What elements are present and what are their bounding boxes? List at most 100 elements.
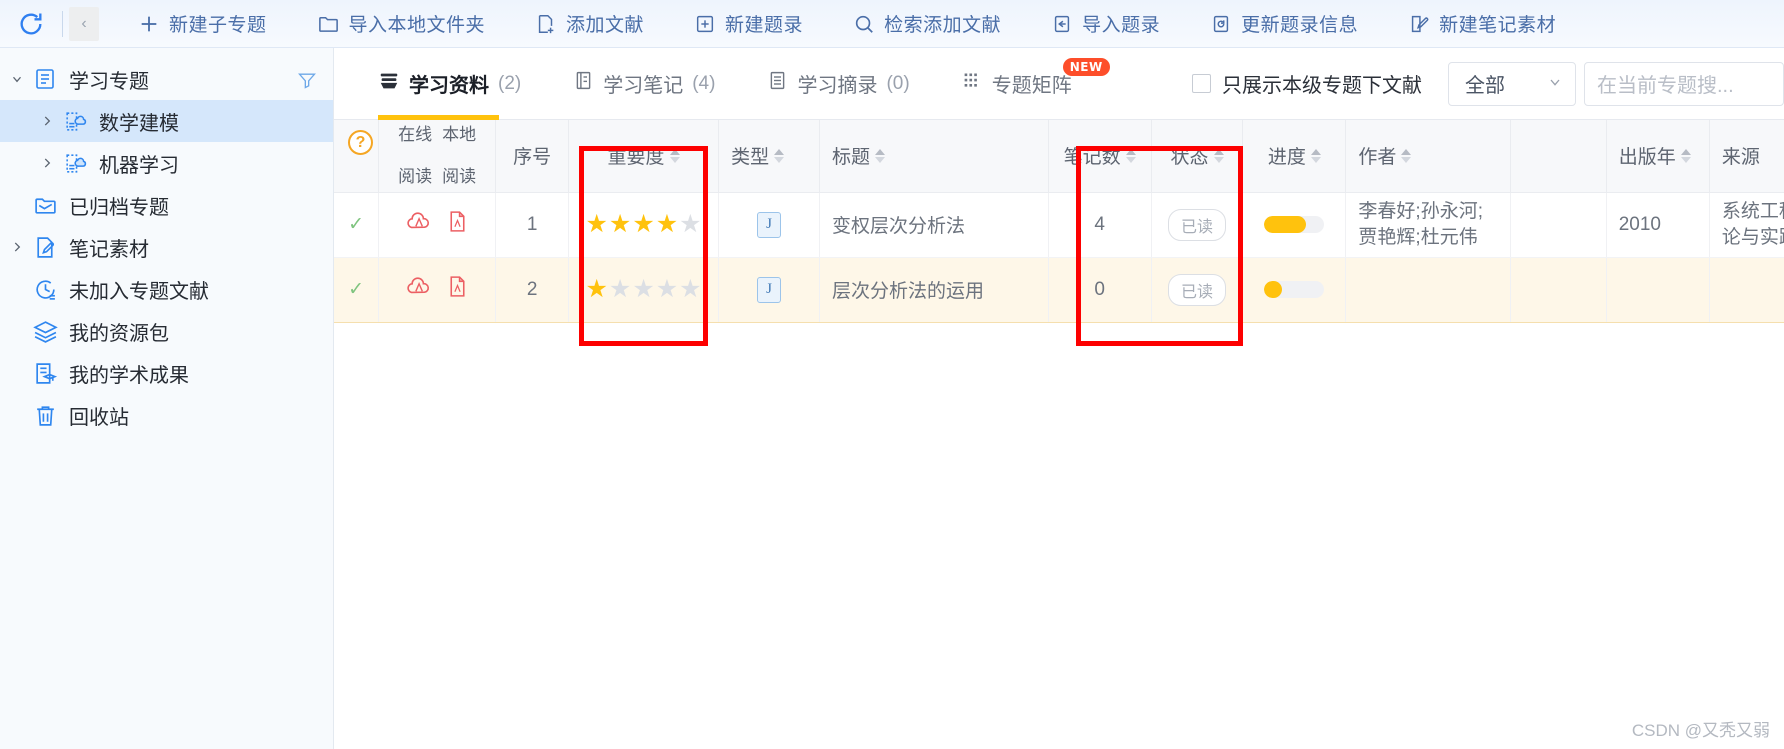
col-title-label: 标题 — [831, 147, 870, 169]
star-icon[interactable]: ★ — [585, 277, 607, 302]
star-icon[interactable]: ★ — [656, 277, 678, 302]
row-blank — [1510, 192, 1607, 258]
sort-icon[interactable] — [1680, 148, 1691, 163]
col-author[interactable]: 作者 — [1345, 120, 1511, 193]
import-local-folder-label: 导入本地文件夹 — [348, 15, 486, 36]
folder-icon — [317, 12, 340, 35]
row-progress[interactable] — [1242, 256, 1347, 323]
star-icon[interactable]: ★ — [656, 212, 678, 237]
show-current-level-only-checkbox[interactable]: 只展示本级专题下文献 — [1192, 69, 1422, 98]
chevron-down-icon[interactable] — [4, 72, 30, 86]
row-read-icons[interactable] — [378, 256, 497, 323]
chevron-right-icon[interactable] — [34, 156, 60, 170]
row-year — [1606, 256, 1710, 323]
row-progress[interactable] — [1242, 192, 1347, 258]
star-rating[interactable]: ★ ★ ★ ★ ★ — [581, 212, 706, 237]
row-title[interactable]: 变权层次分析法 — [819, 192, 1049, 258]
search-add-literature-button[interactable]: 检索添加文献 — [828, 0, 1026, 48]
tab-study-notes[interactable]: 学习笔记 (4) — [573, 48, 715, 120]
sort-icon[interactable] — [874, 148, 885, 163]
new-note-material-button[interactable]: 新建笔记素材 — [1383, 0, 1581, 48]
sidebar-item-archived-topics[interactable]: 已归档专题 — [0, 184, 333, 226]
star-icon[interactable]: ★ — [679, 277, 701, 302]
row-importance[interactable]: ★ ★ ★ ★ ★ — [568, 192, 720, 258]
row-status[interactable]: 已读 — [1151, 256, 1244, 323]
check-icon: ✓ — [348, 214, 364, 235]
sidebar-item-study-topic[interactable]: 学习专题 — [0, 58, 333, 100]
tab-count: (4) — [692, 72, 716, 94]
sidebar-item-math-modeling[interactable]: 数学建模 — [0, 100, 333, 142]
sidebar-item-note-material[interactable]: 笔记素材 — [0, 226, 333, 268]
tab-topic-matrix[interactable]: 专题矩阵 NEW — [962, 48, 1110, 120]
collapse-sidebar-button[interactable]: ‹ — [69, 6, 99, 41]
new-subtopic-button[interactable]: 新建子专题 — [113, 0, 292, 48]
tab-count: (2) — [498, 72, 522, 94]
sidebar-item-label: 学习专题 — [69, 70, 149, 93]
tab-study-materials[interactable]: 学习资料 (2) — [378, 48, 521, 120]
col-note-count[interactable]: 笔记数 — [1048, 120, 1152, 193]
star-icon[interactable]: ★ — [609, 212, 631, 237]
sort-icon[interactable] — [1401, 148, 1412, 163]
sidebar-item-label: 笔记素材 — [69, 238, 149, 261]
col-source[interactable]: 来源 — [1709, 120, 1784, 193]
chevron-right-icon[interactable] — [4, 240, 30, 254]
checkbox-box[interactable] — [1192, 74, 1211, 93]
row-read-icons[interactable] — [378, 192, 497, 258]
pdf-file-icon[interactable] — [445, 209, 470, 240]
row-importance[interactable]: ★ ★ ★ ★ ★ — [568, 256, 720, 323]
update-record-info-label: 更新题录信息 — [1241, 15, 1359, 36]
help-icon[interactable]: ? — [348, 130, 373, 155]
row-check[interactable]: ✓ — [334, 256, 380, 323]
star-icon[interactable]: ★ — [679, 212, 701, 237]
import-record-button[interactable]: 导入题录 — [1026, 0, 1185, 48]
doc-add-icon — [535, 13, 557, 35]
refresh-button[interactable] — [0, 0, 62, 48]
sidebar-item-label: 机器学习 — [99, 154, 179, 177]
type-badge: J — [757, 211, 782, 238]
sidebar-item-my-resource-pack[interactable]: 我的资源包 — [0, 310, 333, 352]
sidebar-item-recycle-bin[interactable]: 回收站 — [0, 394, 333, 436]
sort-icon[interactable] — [669, 148, 680, 163]
pdf-cloud-icon[interactable] — [405, 274, 431, 306]
chevron-right-icon[interactable] — [34, 114, 60, 128]
search-input[interactable]: 在当前专题搜... — [1584, 61, 1784, 106]
import-local-folder-button[interactable]: 导入本地文件夹 — [292, 0, 511, 48]
scope-select[interactable]: 全部 — [1448, 61, 1576, 106]
sort-icon[interactable] — [1213, 148, 1224, 163]
row-title[interactable]: 层次分析法的运用 — [819, 256, 1049, 323]
sidebar-item-my-academic-results[interactable]: 我的学术成果 — [0, 352, 333, 394]
col-status[interactable]: 状态 — [1151, 120, 1244, 193]
sidebar-item-unassigned-literature[interactable]: 未加入专题文献 — [0, 268, 333, 310]
col-progress-label: 进度 — [1267, 147, 1306, 169]
status-badge: 已读 — [1168, 208, 1227, 241]
row-author — [1345, 256, 1511, 323]
sort-icon[interactable] — [774, 148, 785, 163]
tab-study-excerpts[interactable]: 学习摘录 (0) — [767, 48, 910, 120]
star-icon[interactable]: ★ — [632, 212, 654, 237]
col-importance[interactable]: 重要度 — [568, 120, 720, 193]
star-icon[interactable]: ★ — [585, 212, 607, 237]
pdf-file-icon[interactable] — [445, 274, 470, 305]
col-progress[interactable]: 进度 — [1242, 120, 1347, 193]
sort-icon[interactable] — [1310, 148, 1321, 163]
col-year[interactable]: 出版年 — [1606, 120, 1710, 193]
star-icon[interactable]: ★ — [609, 277, 631, 302]
col-type[interactable]: 类型 — [718, 120, 820, 193]
update-record-info-button[interactable]: 更新题录信息 — [1185, 0, 1383, 48]
col-local-read-line2: 阅读 — [442, 167, 477, 187]
sort-icon[interactable] — [1125, 148, 1136, 163]
filter-icon[interactable] — [297, 70, 317, 96]
row-status[interactable]: 已读 — [1151, 192, 1244, 258]
add-literature-button[interactable]: 添加文献 — [510, 0, 669, 48]
sidebar-item-machine-learning[interactable]: 机器学习 — [0, 142, 333, 184]
new-record-button[interactable]: 新建题录 — [669, 0, 828, 48]
col-title[interactable]: 标题 — [819, 120, 1049, 193]
table-row[interactable]: ✓ — [334, 192, 1784, 258]
table-row[interactable]: ✓ — [334, 256, 1784, 323]
row-blank — [1510, 256, 1607, 323]
row-check[interactable]: ✓ — [334, 192, 380, 258]
pdf-cloud-icon[interactable] — [405, 209, 431, 241]
star-icon[interactable]: ★ — [632, 277, 654, 302]
table-header-row: 在线 阅读 本地 阅读 序号 重要度 类型 标题 笔记数 状态 进度 作者 出版… — [334, 120, 1784, 193]
star-rating[interactable]: ★ ★ ★ ★ ★ — [581, 277, 706, 302]
